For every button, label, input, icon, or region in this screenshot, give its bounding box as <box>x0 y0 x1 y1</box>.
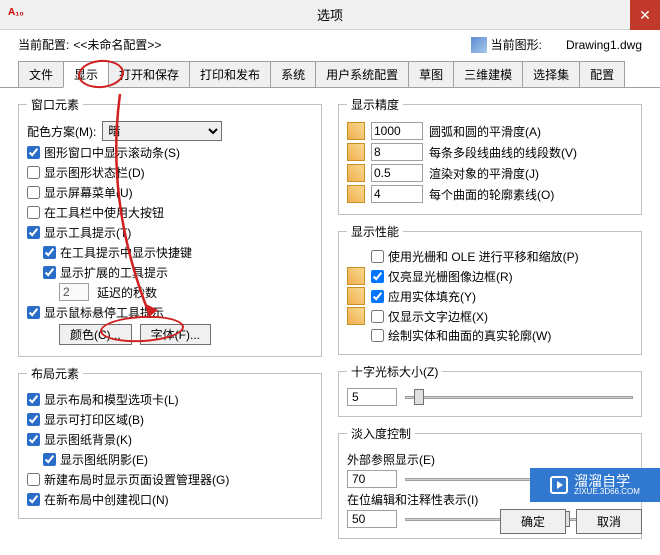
true-sil-label: 绘制实体和曲面的真实轮廓(W) <box>388 327 551 344</box>
scrollbars-label: 图形窗口中显示滚动条(S) <box>44 144 180 161</box>
current-drawing-label: 当前图形: <box>491 36 542 53</box>
watermark-logo: 溜溜自学 ZIXUE.3D66.COM <box>530 468 660 502</box>
paper-bg-checkbox[interactable] <box>27 433 40 446</box>
crosshair-value[interactable]: 5 <box>347 388 397 406</box>
xref-value[interactable]: 70 <box>347 470 397 488</box>
polyline-seg-label: 每条多段线曲线的线段数(V) <box>429 144 577 161</box>
accuracy-icon <box>347 122 365 140</box>
paper-shadow-checkbox[interactable] <box>43 453 56 466</box>
tab-5[interactable]: 用户系统配置 <box>315 61 409 87</box>
colorscheme-select[interactable]: 暗 <box>102 121 222 141</box>
text-frame-checkbox[interactable] <box>371 310 384 323</box>
fonts-button[interactable]: 字体(F)... <box>140 324 211 345</box>
accuracy-icon <box>347 143 365 161</box>
polyline-seg-input[interactable] <box>371 143 423 161</box>
tooltips-checkbox[interactable] <box>27 226 40 239</box>
group-legend: 显示性能 <box>347 223 403 240</box>
delay-label: 延迟的秒数 <box>97 284 157 301</box>
render-smooth-input[interactable] <box>371 164 423 182</box>
highlight-raster-label: 仅亮显光栅图像边框(R) <box>388 268 513 285</box>
tab-7[interactable]: 三维建模 <box>453 61 523 87</box>
show-tabs-checkbox[interactable] <box>27 393 40 406</box>
tab-4[interactable]: 系统 <box>270 61 316 87</box>
largebuttons-label: 在工具栏中使用大按钮 <box>44 204 164 221</box>
perf-icon <box>347 307 365 325</box>
app-icon: A₁₀ <box>8 7 24 23</box>
extended-tip-label: 显示扩展的工具提示 <box>60 264 168 281</box>
current-drawing-value: Drawing1.dwg <box>566 38 642 52</box>
crosshair-group: 十字光标大小(Z) 5 <box>338 363 642 417</box>
printable-area-checkbox[interactable] <box>27 413 40 426</box>
colorscheme-label: 配色方案(M): <box>27 123 96 140</box>
tab-1[interactable]: 显示 <box>63 61 109 88</box>
current-profile-label: 当前配置: <box>18 36 69 53</box>
paper-shadow-label: 显示图纸阴影(E) <box>60 451 148 468</box>
group-legend: 显示精度 <box>347 96 403 113</box>
surface-contour-input[interactable] <box>371 185 423 203</box>
perf-icon <box>347 287 365 305</box>
xref-label: 外部参照显示(E) <box>347 451 435 468</box>
crosshair-slider[interactable] <box>405 388 633 406</box>
group-legend: 窗口元素 <box>27 96 83 113</box>
extended-tip-checkbox[interactable] <box>43 266 56 279</box>
inplace-value[interactable]: 50 <box>347 510 397 528</box>
layout-elements-group: 布局元素 显示布局和模型选项卡(L) 显示可打印区域(B) 显示图纸背景(K) … <box>18 365 322 519</box>
show-tabs-label: 显示布局和模型选项卡(L) <box>44 391 179 408</box>
true-sil-checkbox[interactable] <box>371 329 384 342</box>
create-viewport-label: 在新布局中创建视口(N) <box>44 491 169 508</box>
group-legend: 淡入度控制 <box>347 425 415 442</box>
inplace-label: 在位编辑和注释性表示(I) <box>347 491 478 508</box>
window-title: 选项 <box>317 5 343 24</box>
colors-button[interactable]: 颜色(C)... <box>59 324 132 345</box>
display-performance-group: 显示性能 使用光栅和 OLE 进行平移和缩放(P) 仅亮显光栅图像边框(R) 应… <box>338 223 642 355</box>
solid-fill-checkbox[interactable] <box>371 290 384 303</box>
tooltips-label: 显示工具提示(T) <box>44 224 131 241</box>
arc-smooth-input[interactable] <box>371 122 423 140</box>
tab-8[interactable]: 选择集 <box>522 61 580 87</box>
tab-6[interactable]: 草图 <box>408 61 454 87</box>
arc-smooth-label: 圆弧和圆的平滑度(A) <box>429 123 541 140</box>
screenmenu-checkbox[interactable] <box>27 186 40 199</box>
largebuttons-checkbox[interactable] <box>27 206 40 219</box>
screenmenu-label: 显示屏幕菜单(U) <box>44 184 133 201</box>
tab-bar: 文件显示打开和保存打印和发布系统用户系统配置草图三维建模选择集配置 <box>0 61 660 88</box>
accuracy-icon <box>347 185 365 203</box>
surface-contour-label: 每个曲面的轮廓素线(O) <box>429 186 554 203</box>
paper-bg-label: 显示图纸背景(K) <box>44 431 132 448</box>
display-accuracy-group: 显示精度 圆弧和圆的平滑度(A) 每条多段线曲线的线段数(V) 渲染对象的平滑度… <box>338 96 642 215</box>
shortcut-label: 在工具提示中显示快捷键 <box>60 244 192 261</box>
create-viewport-checkbox[interactable] <box>27 493 40 506</box>
solid-fill-label: 应用实体填充(Y) <box>388 288 476 305</box>
highlight-raster-checkbox[interactable] <box>371 270 384 283</box>
shortcut-checkbox[interactable] <box>43 246 56 259</box>
cancel-button[interactable]: 取消 <box>576 509 642 534</box>
play-icon <box>550 476 568 494</box>
tab-3[interactable]: 打印和发布 <box>189 61 271 87</box>
rollover-label: 显示鼠标悬停工具提示 <box>44 304 164 321</box>
text-frame-label: 仅显示文字边框(X) <box>388 308 488 325</box>
printable-area-label: 显示可打印区域(B) <box>44 411 144 428</box>
page-setup-checkbox[interactable] <box>27 473 40 486</box>
pan-zoom-label: 使用光栅和 OLE 进行平移和缩放(P) <box>388 248 579 265</box>
statusbar-checkbox[interactable] <box>27 166 40 179</box>
current-profile-value: <<未命名配置>> <box>73 36 161 53</box>
page-setup-label: 新建布局时显示页面设置管理器(G) <box>44 471 229 488</box>
group-legend: 十字光标大小(Z) <box>347 363 442 380</box>
statusbar-label: 显示图形状态栏(D) <box>44 164 145 181</box>
group-legend: 布局元素 <box>27 365 83 382</box>
pan-zoom-checkbox[interactable] <box>371 250 384 263</box>
drawing-icon <box>471 37 487 53</box>
rollover-checkbox[interactable] <box>27 306 40 319</box>
perf-icon <box>347 267 365 285</box>
tab-9[interactable]: 配置 <box>579 61 625 87</box>
tab-0[interactable]: 文件 <box>18 61 64 87</box>
scrollbars-checkbox[interactable] <box>27 146 40 159</box>
render-smooth-label: 渲染对象的平滑度(J) <box>429 165 539 182</box>
delay-input[interactable] <box>59 283 89 301</box>
window-elements-group: 窗口元素 配色方案(M): 暗 图形窗口中显示滚动条(S) 显示图形状态栏(D)… <box>18 96 322 357</box>
close-button[interactable]: ✕ <box>630 0 660 30</box>
ok-button[interactable]: 确定 <box>500 509 566 534</box>
accuracy-icon <box>347 164 365 182</box>
tab-2[interactable]: 打开和保存 <box>108 61 190 87</box>
